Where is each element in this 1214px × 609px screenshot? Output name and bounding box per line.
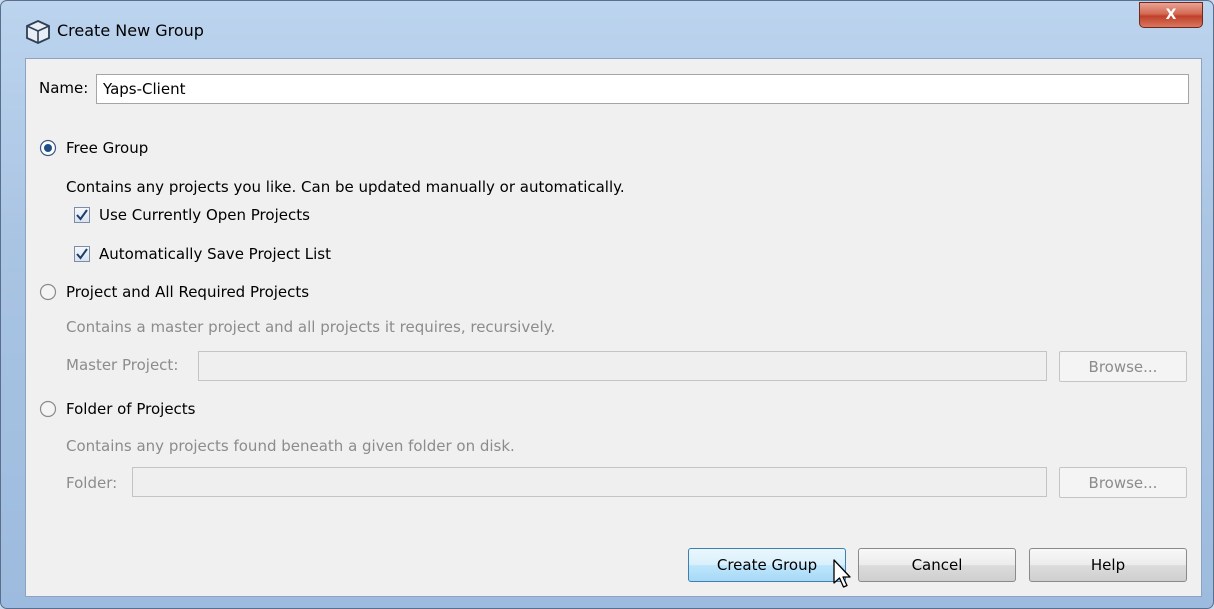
project-group-label[interactable]: Project and All Required Projects	[66, 283, 309, 301]
name-label: Name:	[39, 79, 89, 97]
project-group-description: Contains a master project and all projec…	[66, 318, 556, 336]
close-icon: X	[1165, 7, 1177, 23]
auto-save-checkbox[interactable]	[74, 246, 90, 262]
folder-input[interactable]	[132, 467, 1047, 497]
browse-label: Browse...	[1088, 357, 1158, 376]
project-group-radio[interactable]	[39, 283, 57, 301]
free-group-radio[interactable]	[39, 139, 57, 157]
use-open-projects-label[interactable]: Use Currently Open Projects	[99, 206, 310, 224]
folder-group-description: Contains any projects found beneath a gi…	[66, 437, 515, 455]
folder-group-radio[interactable]	[39, 400, 57, 418]
help-label: Help	[1090, 556, 1126, 574]
master-project-input[interactable]	[198, 351, 1047, 381]
master-project-label: Master Project:	[66, 356, 179, 374]
netbeans-cube-icon	[26, 20, 50, 44]
folder-group-label[interactable]: Folder of Projects	[66, 400, 196, 418]
use-open-projects-checkbox[interactable]	[74, 207, 90, 223]
radio-selected-icon	[44, 144, 52, 152]
mouse-pointer-icon	[833, 559, 851, 588]
radio-unselected-icon	[39, 400, 57, 418]
free-group-description: Contains any projects you like. Can be u…	[66, 178, 625, 196]
dialog-content: Name: Free Group Contains any projects y…	[25, 58, 1202, 597]
free-group-label[interactable]: Free Group	[66, 139, 148, 157]
create-group-button[interactable]: Create Group	[688, 548, 846, 582]
title-bar[interactable]: Create New Group X	[1, 1, 1213, 49]
browse-label: Browse...	[1088, 473, 1158, 492]
folder-label: Folder:	[66, 474, 118, 492]
create-new-group-dialog: Create New Group X Name: Free Group Cont…	[0, 0, 1214, 609]
checkmark-icon	[76, 248, 88, 260]
window-title: Create New Group	[57, 21, 204, 40]
auto-save-label[interactable]: Automatically Save Project List	[99, 245, 331, 263]
create-group-label: Create Group	[716, 556, 818, 574]
radio-unselected-icon	[39, 283, 57, 301]
name-input[interactable]	[96, 74, 1189, 104]
help-button[interactable]: Help	[1029, 548, 1187, 582]
close-button[interactable]: X	[1139, 2, 1203, 28]
checkmark-icon	[76, 209, 88, 221]
cancel-label: Cancel	[911, 556, 963, 574]
cancel-button[interactable]: Cancel	[858, 548, 1016, 582]
folder-browse-button[interactable]: Browse...	[1059, 467, 1187, 498]
master-project-browse-button[interactable]: Browse...	[1059, 351, 1187, 382]
